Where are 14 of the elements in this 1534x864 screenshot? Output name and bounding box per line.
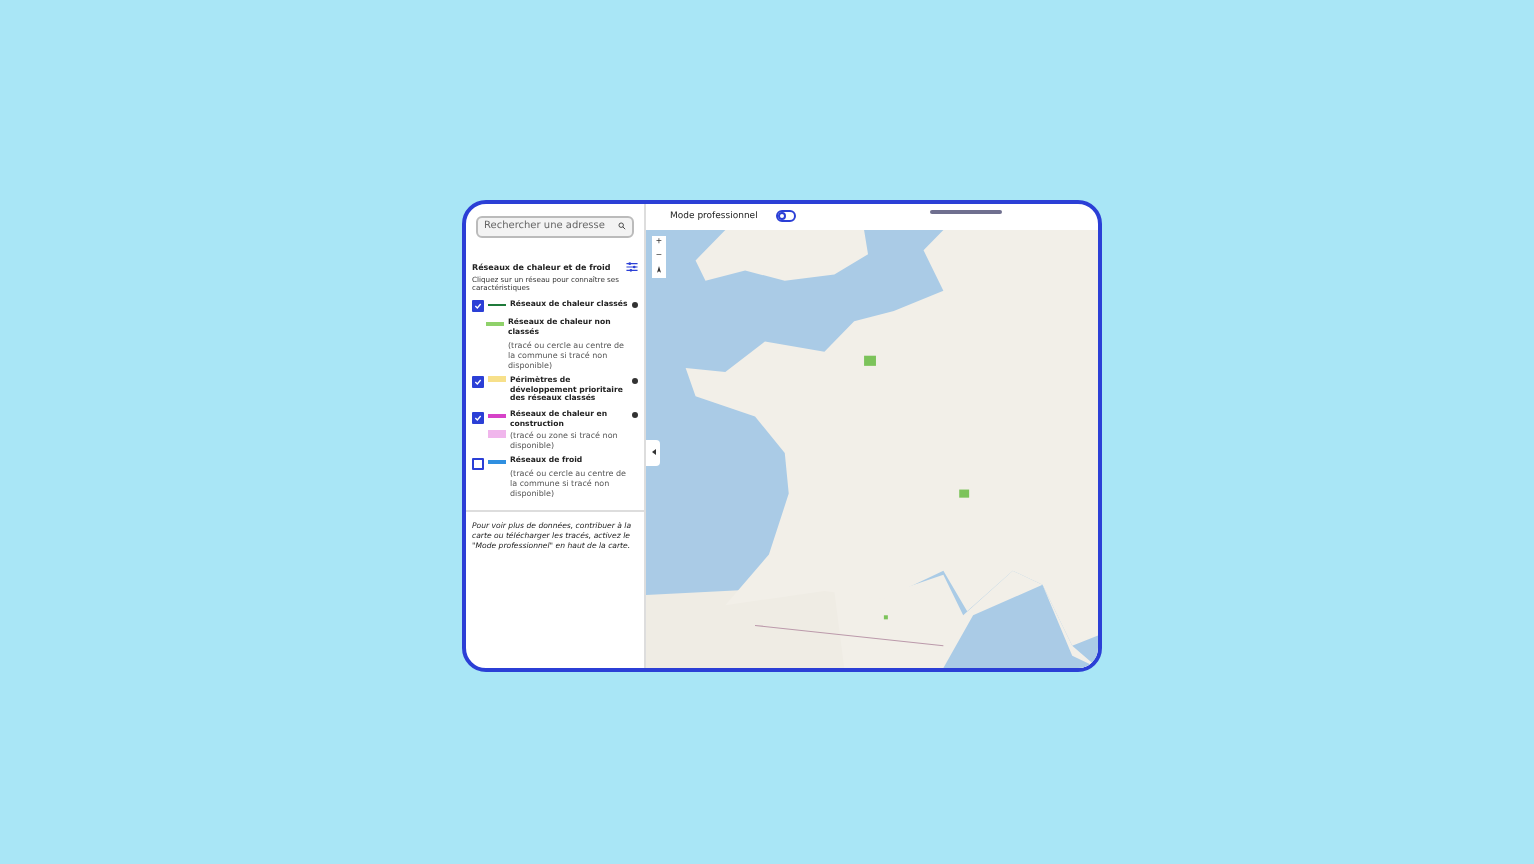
checkbox[interactable] <box>472 411 484 424</box>
caret-icon <box>651 448 655 456</box>
toggle-switch[interactable] <box>775 210 796 222</box>
collapse-button[interactable] <box>646 439 660 465</box>
search-icon <box>618 222 626 230</box>
handle-bar <box>930 209 1002 213</box>
checkbox[interactable] <box>472 300 484 313</box>
info-icon[interactable] <box>632 412 638 419</box>
info-icon[interactable] <box>632 377 638 384</box>
checkbox[interactable] <box>472 457 484 470</box>
filter-icon[interactable] <box>626 261 638 271</box>
checkbox[interactable] <box>472 376 484 389</box>
compass-icon <box>656 266 662 274</box>
info-icon[interactable] <box>632 301 638 308</box>
